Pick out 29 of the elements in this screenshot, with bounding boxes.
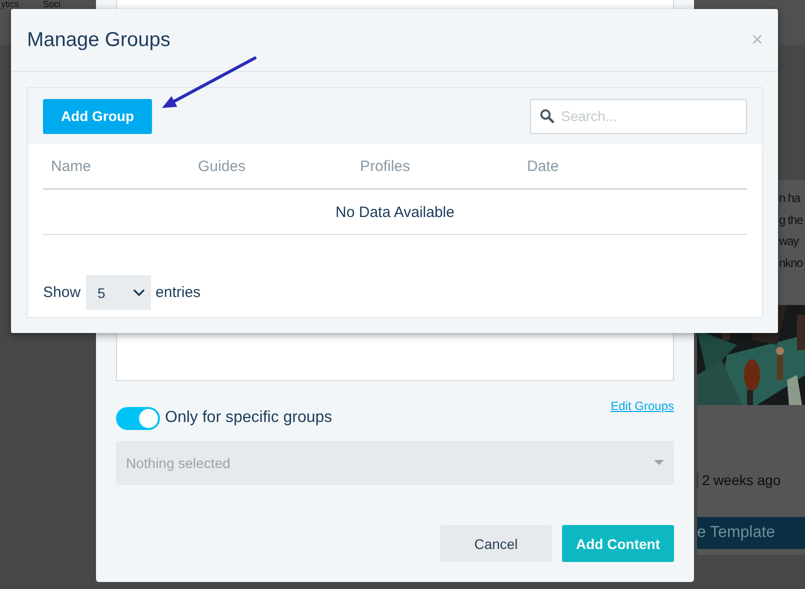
column-header[interactable]: Date [527, 158, 747, 174]
card-text: nkno [778, 254, 804, 272]
entries-select[interactable]: 5 [86, 275, 151, 310]
nav-item[interactable]: ytics [1, 0, 19, 9]
card-meta: 2 weeks ago [697, 472, 805, 488]
column-header[interactable]: Name [51, 158, 198, 174]
show-label: Show [43, 284, 81, 301]
card-text: g the [778, 212, 804, 228]
close-button[interactable]: × [751, 28, 763, 52]
card-text: n ha [778, 190, 802, 207]
edit-groups-link[interactable]: Edit Groups [610, 399, 674, 413]
entries-label: entries [156, 284, 201, 301]
nav-item[interactable]: Soci [43, 0, 61, 9]
toggle-switch[interactable] [116, 406, 160, 430]
group-select[interactable]: Nothing selected [116, 441, 674, 485]
cancel-button[interactable]: Cancel [440, 525, 552, 562]
add-content-button[interactable]: Add Content [562, 525, 674, 562]
search-field[interactable]: Search... [530, 98, 747, 134]
add-group-button[interactable]: Add Group [43, 98, 152, 134]
chevron-icon [132, 288, 145, 296]
template-button[interactable]: e Template [697, 517, 805, 549]
column-header[interactable]: Profiles [360, 158, 527, 174]
card-text: way [778, 233, 800, 250]
toggle-label: Only for specific groups [165, 409, 332, 427]
column-header[interactable]: Guides [198, 158, 360, 174]
caret-icon [654, 460, 664, 466]
search-icon [540, 108, 554, 122]
dialog-title: Manage Groups [27, 28, 170, 52]
empty-message: No Data Available [336, 204, 454, 220]
